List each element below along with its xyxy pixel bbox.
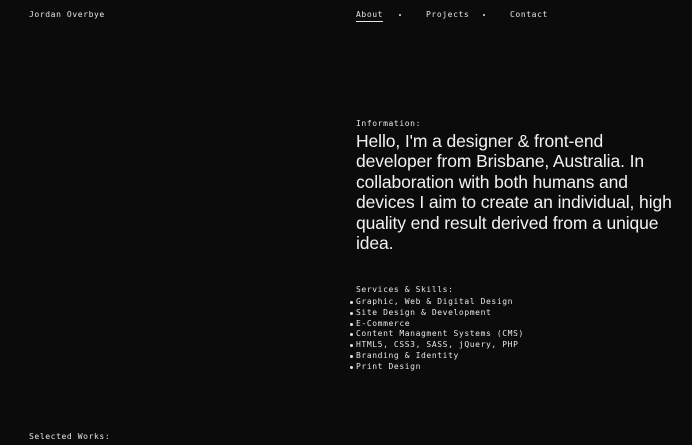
- bullet-icon: [350, 322, 353, 326]
- list-item: Content Managment Systems (CMS): [350, 329, 524, 340]
- list-item: E-Commerce: [350, 319, 524, 330]
- bullet-icon: [350, 333, 353, 337]
- bullet-icon: [350, 301, 353, 304]
- information-heading: Information:: [356, 119, 421, 128]
- nav-separator-dot: [399, 14, 401, 16]
- bullet-icon: [350, 311, 353, 315]
- list-item: Branding & Identity: [350, 351, 524, 362]
- nav-item-contact[interactable]: Contact: [510, 10, 548, 19]
- nav-separator-dot: [483, 14, 485, 16]
- skill-label: Print Design: [356, 361, 421, 371]
- bullet-icon: [350, 344, 353, 348]
- skill-label: E-Commerce: [356, 318, 411, 328]
- skills-list: Graphic, Web & Digital Design Site Desig…: [350, 297, 524, 373]
- active-underline: [356, 21, 384, 22]
- nav-item-about[interactable]: About: [356, 10, 384, 22]
- nav-item-projects[interactable]: Projects: [426, 10, 469, 19]
- site-name-link[interactable]: Jordan Overbye: [29, 10, 105, 19]
- bullet-icon: [350, 365, 353, 369]
- list-item: Site Design & Development: [350, 308, 524, 319]
- skill-label: Site Design & Development: [356, 307, 492, 317]
- list-item: Graphic, Web & Digital Design: [350, 297, 524, 308]
- main-nav: About Projects Contact: [356, 10, 556, 24]
- skill-label: HTML5, CSS3, SASS, jQuery, PHP: [356, 340, 519, 350]
- list-item: Print Design: [350, 362, 524, 373]
- services-heading: Services & Skills:: [356, 285, 454, 294]
- list-item: HTML5, CSS3, SASS, jQuery, PHP: [350, 340, 524, 351]
- bullet-icon: [350, 354, 353, 358]
- skill-label: Branding & Identity: [356, 350, 459, 360]
- nav-item-about-label: About: [356, 10, 384, 19]
- skill-label: Content Managment Systems (CMS): [356, 329, 524, 339]
- selected-works-heading: Selected Works:: [29, 432, 111, 441]
- intro-text: Hello, I'm a designer & front-end develo…: [356, 131, 672, 254]
- skill-label: Graphic, Web & Digital Design: [356, 297, 514, 306]
